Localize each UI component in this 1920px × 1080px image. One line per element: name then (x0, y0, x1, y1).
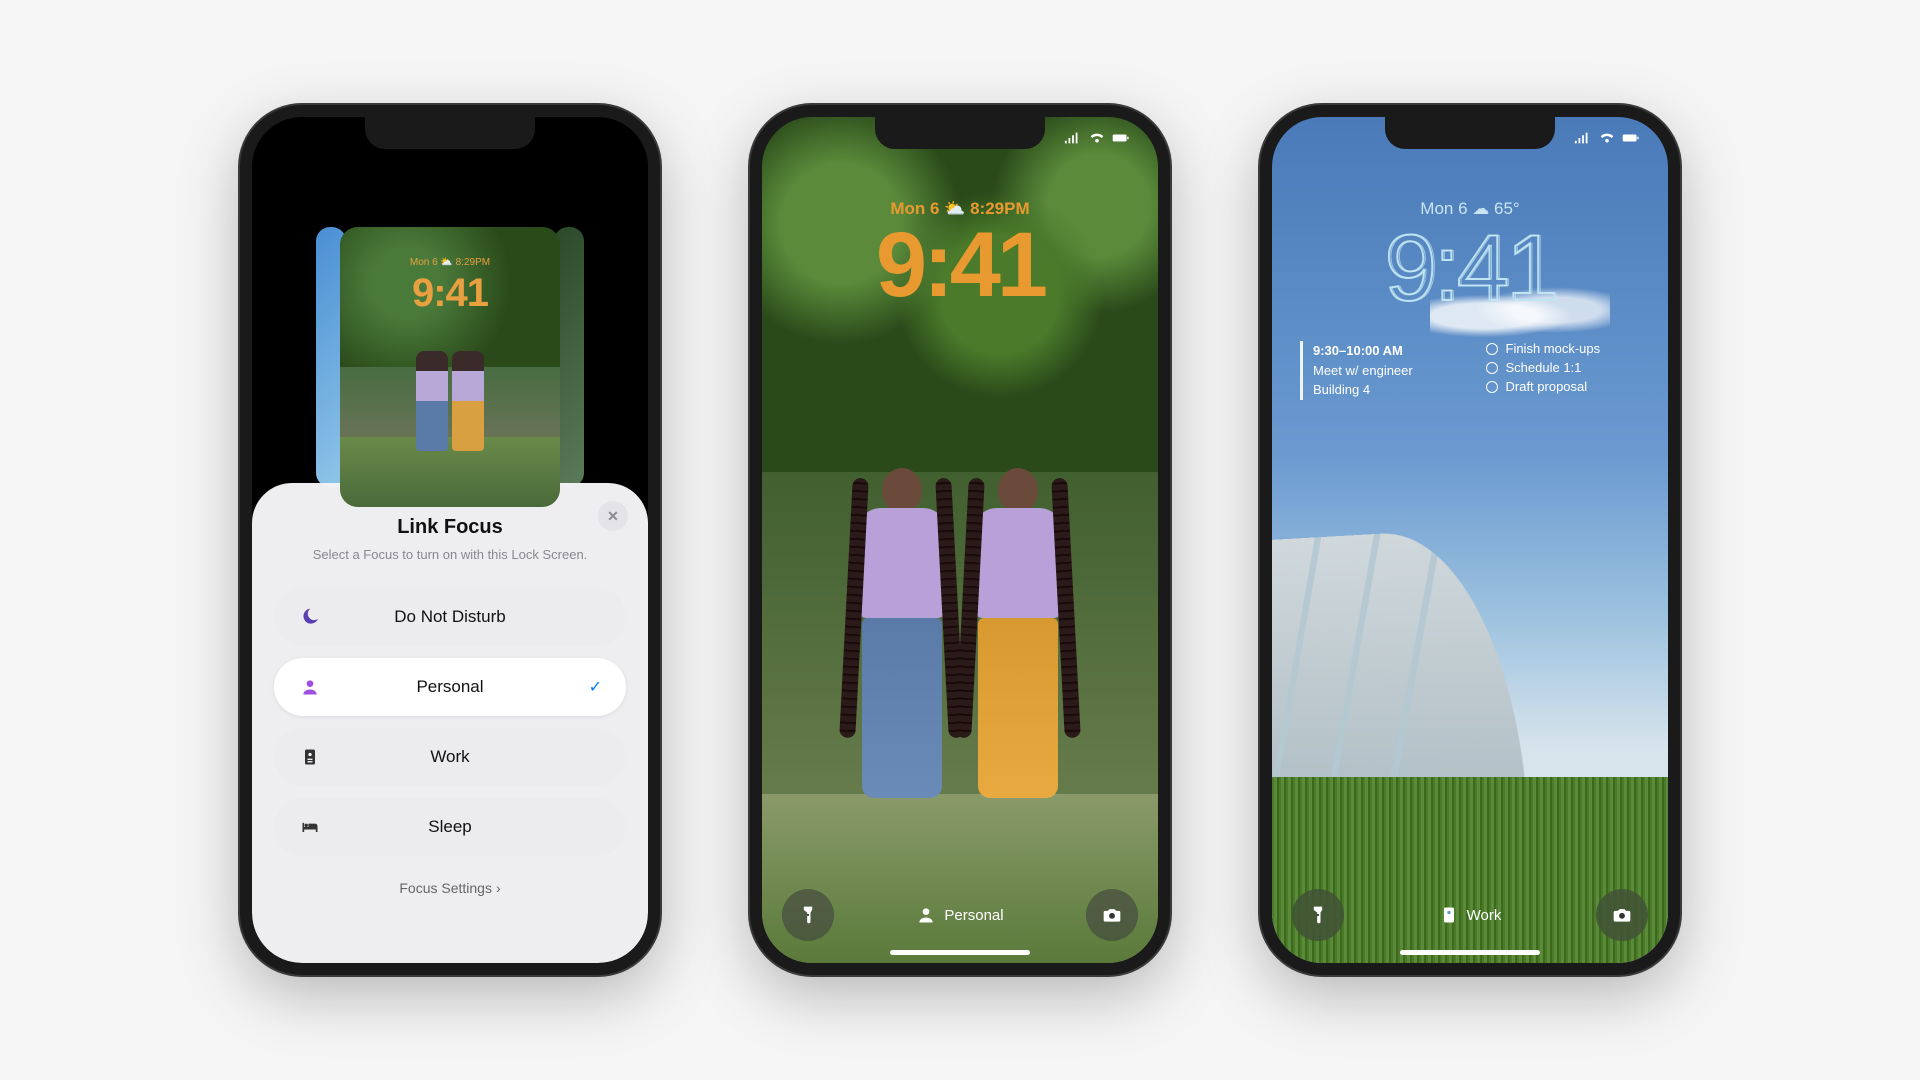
camera-button[interactable] (1086, 889, 1138, 941)
cellular-icon (1574, 131, 1592, 145)
lockscreen-time: 9:41 (1272, 221, 1668, 315)
phone-personal-lockscreen: Mon 6 ⛅ 8:29PM 9:41 Personal (750, 105, 1170, 975)
wifi-icon (1598, 131, 1616, 145)
focus-option-label: Work (322, 747, 578, 767)
flashlight-button[interactable] (782, 889, 834, 941)
camera-icon (1102, 905, 1122, 925)
home-indicator[interactable] (1400, 950, 1540, 955)
flashlight-icon (798, 905, 818, 925)
notch (1385, 117, 1555, 149)
status-bar (1064, 131, 1130, 145)
battery-icon (1622, 131, 1640, 145)
phone-link-focus: Mon 6 ⛅ 8:29PM 9:41 ✕ Link Focus Select … (240, 105, 660, 975)
lockscreen-time: 9:41 (762, 219, 1158, 311)
reminder-item: Schedule 1:1 (1486, 360, 1641, 375)
close-button[interactable]: ✕ (598, 501, 628, 531)
focus-label: Work (1467, 907, 1502, 924)
circle-icon (1486, 362, 1498, 374)
close-icon: ✕ (607, 508, 619, 525)
screen: Mon 6 ☁ 65° 9:41 9:30–10:00 AM Meet w/ e… (1272, 117, 1668, 963)
calendar-time: 9:30–10:00 AM (1313, 341, 1468, 361)
wifi-icon (1088, 131, 1106, 145)
sheet-subtitle: Select a Focus to turn on with this Lock… (313, 547, 588, 562)
battery-icon (1112, 131, 1130, 145)
focus-indicator[interactable]: Work (1439, 905, 1502, 925)
focus-option-sleep[interactable]: Sleep (274, 798, 626, 856)
focus-settings-link[interactable]: Focus Settings › (399, 880, 500, 896)
focus-indicator[interactable]: Personal (916, 905, 1003, 925)
phone-work-lockscreen: Mon 6 ☁ 65° 9:41 9:30–10:00 AM Meet w/ e… (1260, 105, 1680, 975)
badge-icon (1439, 905, 1459, 925)
focus-option-work[interactable]: Work (274, 728, 626, 786)
status-bar (1574, 131, 1640, 145)
reminders-widget[interactable]: Finish mock-ups Schedule 1:1 Draft propo… (1486, 341, 1641, 400)
calendar-location: Building 4 (1313, 380, 1468, 400)
bottom-bar: Work (1292, 889, 1648, 941)
focus-option-label: Personal (322, 677, 578, 697)
camera-icon (1612, 905, 1632, 925)
cellular-icon (1064, 131, 1082, 145)
reminder-item: Finish mock-ups (1486, 341, 1641, 356)
carousel-card-selected[interactable]: Mon 6 ⛅ 8:29PM 9:41 (340, 227, 560, 507)
bed-icon (298, 817, 322, 837)
calendar-title: Meet w/ engineer (1313, 361, 1468, 381)
badge-icon (298, 747, 322, 767)
preview-time: 9:41 (340, 271, 560, 316)
notch (875, 117, 1045, 149)
link-focus-sheet: ✕ Link Focus Select a Focus to turn on w… (252, 483, 648, 963)
focus-option-personal[interactable]: Personal ✓ (274, 658, 626, 716)
notch (365, 117, 535, 149)
focus-option-do-not-disturb[interactable]: Do Not Disturb (274, 588, 626, 646)
person-icon (298, 677, 322, 697)
calendar-widget[interactable]: 9:30–10:00 AM Meet w/ engineer Building … (1300, 341, 1468, 400)
person-icon (916, 905, 936, 925)
check-icon: ✓ (589, 677, 602, 697)
home-indicator[interactable] (890, 950, 1030, 955)
sheet-title: Link Focus (397, 516, 503, 539)
preview-date: Mon 6 ⛅ 8:29PM (340, 257, 560, 268)
flashlight-icon (1308, 905, 1328, 925)
screen: Mon 6 ⛅ 8:29PM 9:41 ✕ Link Focus Select … (252, 117, 648, 963)
circle-icon (1486, 343, 1498, 355)
moon-icon (298, 607, 322, 627)
circle-icon (1486, 381, 1498, 393)
flashlight-button[interactable] (1292, 889, 1344, 941)
lockscreen-widgets: 9:30–10:00 AM Meet w/ engineer Building … (1300, 341, 1640, 400)
camera-button[interactable] (1596, 889, 1648, 941)
focus-label: Personal (944, 907, 1003, 924)
focus-option-label: Sleep (322, 817, 578, 837)
chevron-right-icon: › (496, 880, 501, 896)
focus-option-label: Do Not Disturb (322, 607, 578, 627)
screen: Mon 6 ⛅ 8:29PM 9:41 Personal (762, 117, 1158, 963)
reminder-item: Draft proposal (1486, 379, 1641, 394)
bottom-bar: Personal (782, 889, 1138, 941)
